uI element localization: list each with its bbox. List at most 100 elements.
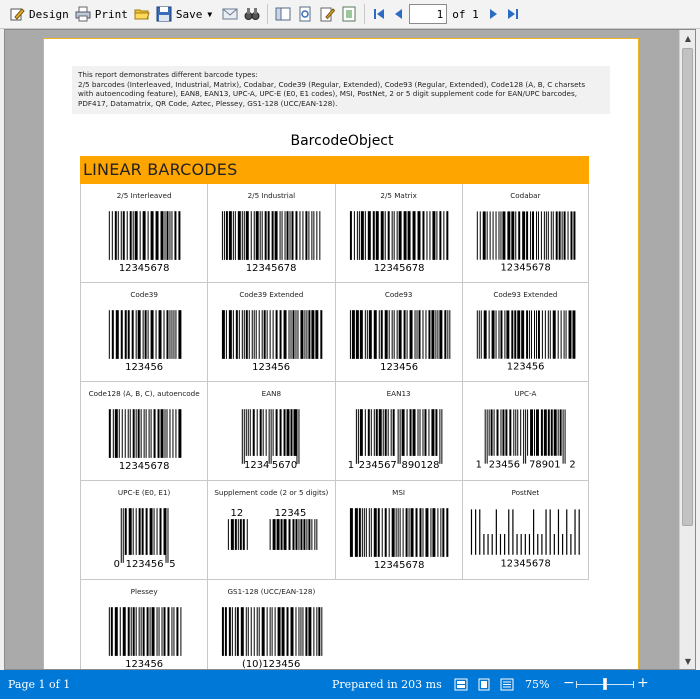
barcode-bar [267,211,270,260]
barcode-bar [316,607,318,656]
outline-button[interactable] [272,3,294,25]
barcode-bar [544,310,546,359]
barcode-bar [535,211,537,260]
barcode-bar [161,607,163,656]
barcode-bar [169,310,171,359]
scrollbar-thumb[interactable] [682,48,693,526]
barcode-bar [243,519,246,550]
barcode-bar [269,519,271,550]
barcode-bar [169,409,171,458]
save-button[interactable]: Save ▼ [153,3,215,25]
barcode-bar [396,310,398,359]
barcode-bar [166,310,169,359]
barcode-bar [364,310,366,359]
barcode-bar [533,310,535,359]
barcode-bar [272,310,274,359]
first-page-button[interactable] [369,3,389,25]
barcode-bar [274,607,276,656]
barcode-bar [259,409,262,456]
barcode-bar [232,607,234,656]
barcode-bar [253,211,255,260]
edit-page-button[interactable] [316,3,338,25]
barcode-bar [110,607,113,656]
print-button[interactable]: Print [72,3,131,25]
barcode-bar [135,508,137,555]
barcode-bar [180,607,182,656]
barcode-bar [241,607,245,656]
report-page: This report demonstrates different barco… [43,38,639,669]
barcode-bar [488,409,490,456]
barcode-bar [474,509,476,555]
barcode-cell-upc-a: UPC-A 1 23456 78901 2 [461,382,589,481]
previous-page-button[interactable] [389,3,409,25]
zoom-in-icon[interactable]: + [637,675,649,691]
page-number-input[interactable] [409,4,448,24]
barcode-bar [255,310,257,359]
barcode-bar [160,409,164,458]
next-page-button[interactable] [483,3,503,25]
barcode-bar [478,509,481,555]
view-text-icon[interactable] [500,678,514,691]
barcode-bar [500,310,503,359]
view-continuous-icon[interactable] [454,678,468,691]
barcode-bar [380,310,383,359]
barcode-bar [111,211,113,260]
barcode-bar [229,607,232,656]
barcode-bar [313,607,315,656]
barcode-title: Codabar [510,191,541,200]
email-button[interactable] [219,3,241,25]
open-button[interactable] [131,3,153,25]
barcode-bar [514,310,517,359]
vertical-scrollbar[interactable]: ▲ ▼ [679,30,695,669]
barcode-bar [127,409,129,458]
barcode-bar [157,409,160,458]
barcode-bar [302,607,304,656]
barcode-title: Code39 Extended [239,290,304,299]
barcode-bar [568,310,572,359]
barcode-bar [302,211,304,260]
barcode-bar [396,211,398,260]
zoom-out-icon[interactable]: − [563,675,575,691]
barcode-bar [368,508,370,557]
envelope-icon [222,8,238,20]
design-button[interactable]: Design [6,3,72,25]
report-viewer[interactable]: This report demonstrates different barco… [4,29,696,670]
barcode-bar [359,409,363,456]
barcode-bar [354,508,358,557]
barcode-bar [290,607,294,656]
barcode-bar [367,409,370,456]
barcode-bar [166,409,168,458]
barcode-cell-codabar: Codabar 12345678 [461,184,589,283]
barcode-bar [430,409,434,456]
barcode-bar [367,211,371,260]
scroll-up-icon[interactable]: ▲ [680,30,695,46]
save-dropdown-icon[interactable]: ▼ [207,10,212,19]
barcode-bar [298,519,300,550]
barcode-text: 12345678 [119,263,170,273]
barcode-bar [495,509,497,555]
find-button[interactable] [241,3,263,25]
barcode-bar [526,409,528,456]
barcode-bar [557,409,559,456]
barcode-bar [148,409,150,458]
page-setup-button[interactable] [294,3,316,25]
watermark-button[interactable] [338,3,360,25]
barcode-bar [520,534,522,555]
zoom-slider-knob[interactable] [603,678,607,690]
barcode-image: (10)123456 [222,607,323,669]
barcode-bar [306,519,308,550]
barcode-bar [272,409,274,456]
barcode-bar [430,310,434,359]
barcode-bar [132,607,135,656]
barcode-bar [561,534,563,555]
last-page-button[interactable] [503,3,523,25]
barcode-title: 2/5 Matrix [380,191,417,200]
barcode-cell-msi: MSI 12345678 [334,481,462,580]
view-single-page-icon[interactable] [477,678,491,691]
scroll-down-icon[interactable]: ▼ [680,653,695,669]
barcode-bar [515,211,517,260]
barcode-bar [412,211,416,260]
barcode-guard-bar [399,409,401,464]
barcode-bar [547,310,549,359]
barcode-text: 234567 [358,460,396,471]
